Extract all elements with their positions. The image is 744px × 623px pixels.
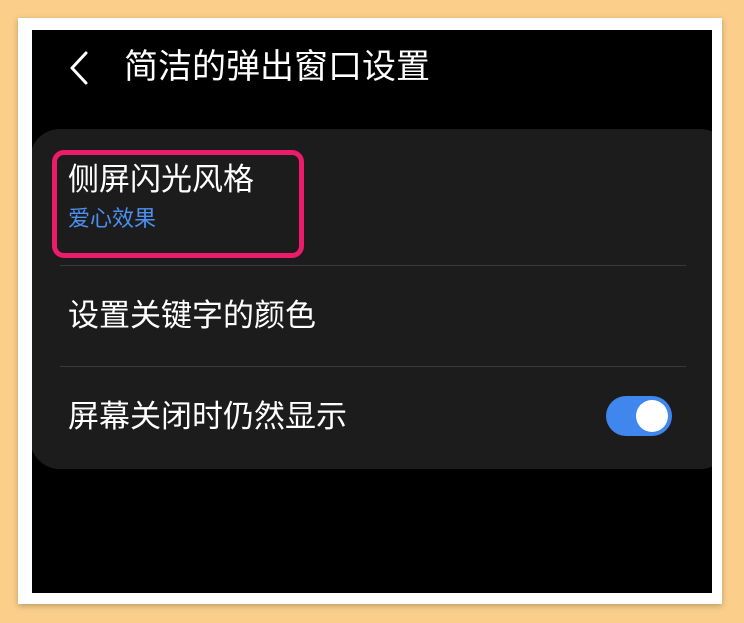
back-button[interactable] — [68, 50, 92, 86]
page-title: 简洁的弹出窗口设置 — [124, 47, 430, 87]
toggle-knob — [636, 400, 668, 432]
keyword-color-label: 设置关键字的颜色 — [68, 298, 316, 334]
app-header: 简洁的弹出窗口设置 — [32, 30, 712, 108]
phone-screen: 简洁的弹出窗口设置 侧屏闪光风格 爱心效果 设置关键字的颜色 屏幕关闭时仍然显示 — [32, 30, 712, 593]
show-when-screen-off-toggle[interactable] — [606, 396, 672, 436]
chevron-left-icon — [70, 51, 88, 85]
highlight-annotation-box — [52, 150, 304, 258]
show-when-screen-off-label: 屏幕关闭时仍然显示 — [68, 399, 347, 435]
